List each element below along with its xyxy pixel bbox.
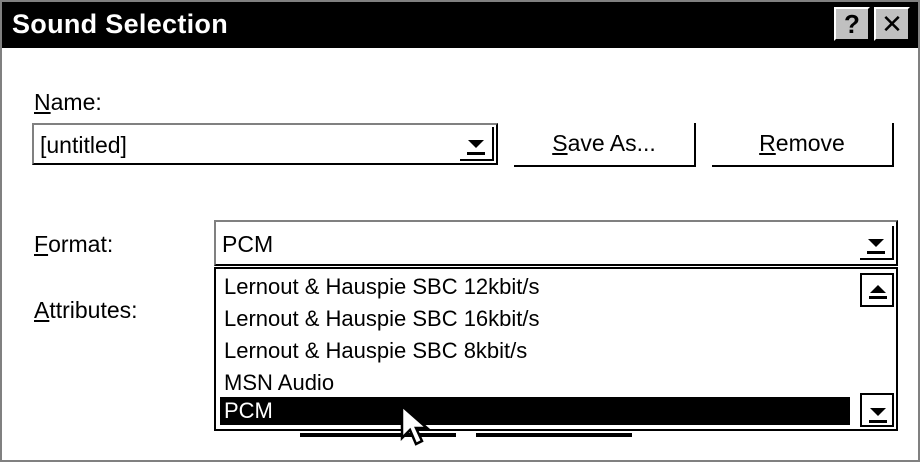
scroll-down-button[interactable]: [860, 393, 894, 427]
scroll-up-button[interactable]: [860, 273, 894, 307]
close-icon: ✕: [881, 9, 903, 39]
name-value: [untitled]: [40, 132, 127, 158]
format-label: Format:: [34, 231, 114, 257]
chevron-down-icon: [869, 408, 887, 423]
title-bar[interactable]: Sound Selection ? ✕: [2, 2, 918, 48]
format-combobox[interactable]: PCM: [214, 220, 898, 266]
chevron-down-icon: [467, 140, 485, 155]
help-button[interactable]: ?: [834, 7, 870, 41]
mouse-pointer-icon: [400, 404, 431, 446]
attributes-label: Attributes:: [34, 297, 138, 323]
format-dropdown-list[interactable]: Lernout & Hauspie SBC 12kbit/s Lernout &…: [214, 267, 898, 431]
name-combobox[interactable]: [untitled]: [32, 123, 498, 165]
name-dropdown-button[interactable]: [460, 127, 494, 161]
list-item-selected[interactable]: PCM: [220, 397, 850, 425]
list-scrollbar[interactable]: [858, 269, 896, 429]
hidden-button-edge: [476, 433, 632, 437]
save-as-button[interactable]: Save As...: [514, 123, 696, 167]
close-button[interactable]: ✕: [874, 7, 910, 41]
hidden-button-edge: [300, 433, 456, 437]
list-item[interactable]: MSN Audio: [220, 369, 850, 397]
format-value: PCM: [222, 231, 274, 257]
name-label: Name:: [34, 89, 102, 115]
help-icon: ?: [844, 9, 860, 39]
window-title: Sound Selection: [12, 9, 229, 39]
sound-selection-dialog: Sound Selection ? ✕ Name: [untitled] Sav…: [0, 0, 920, 462]
chevron-up-icon: [869, 285, 887, 299]
list-item[interactable]: Lernout & Hauspie SBC 8kbit/s: [220, 337, 850, 365]
list-item[interactable]: Lernout & Hauspie SBC 12kbit/s: [220, 273, 850, 301]
format-dropdown-button[interactable]: [860, 226, 894, 260]
remove-button[interactable]: Remove: [712, 123, 894, 167]
list-item[interactable]: Lernout & Hauspie SBC 16kbit/s: [220, 305, 850, 333]
chevron-down-icon: [867, 239, 885, 254]
